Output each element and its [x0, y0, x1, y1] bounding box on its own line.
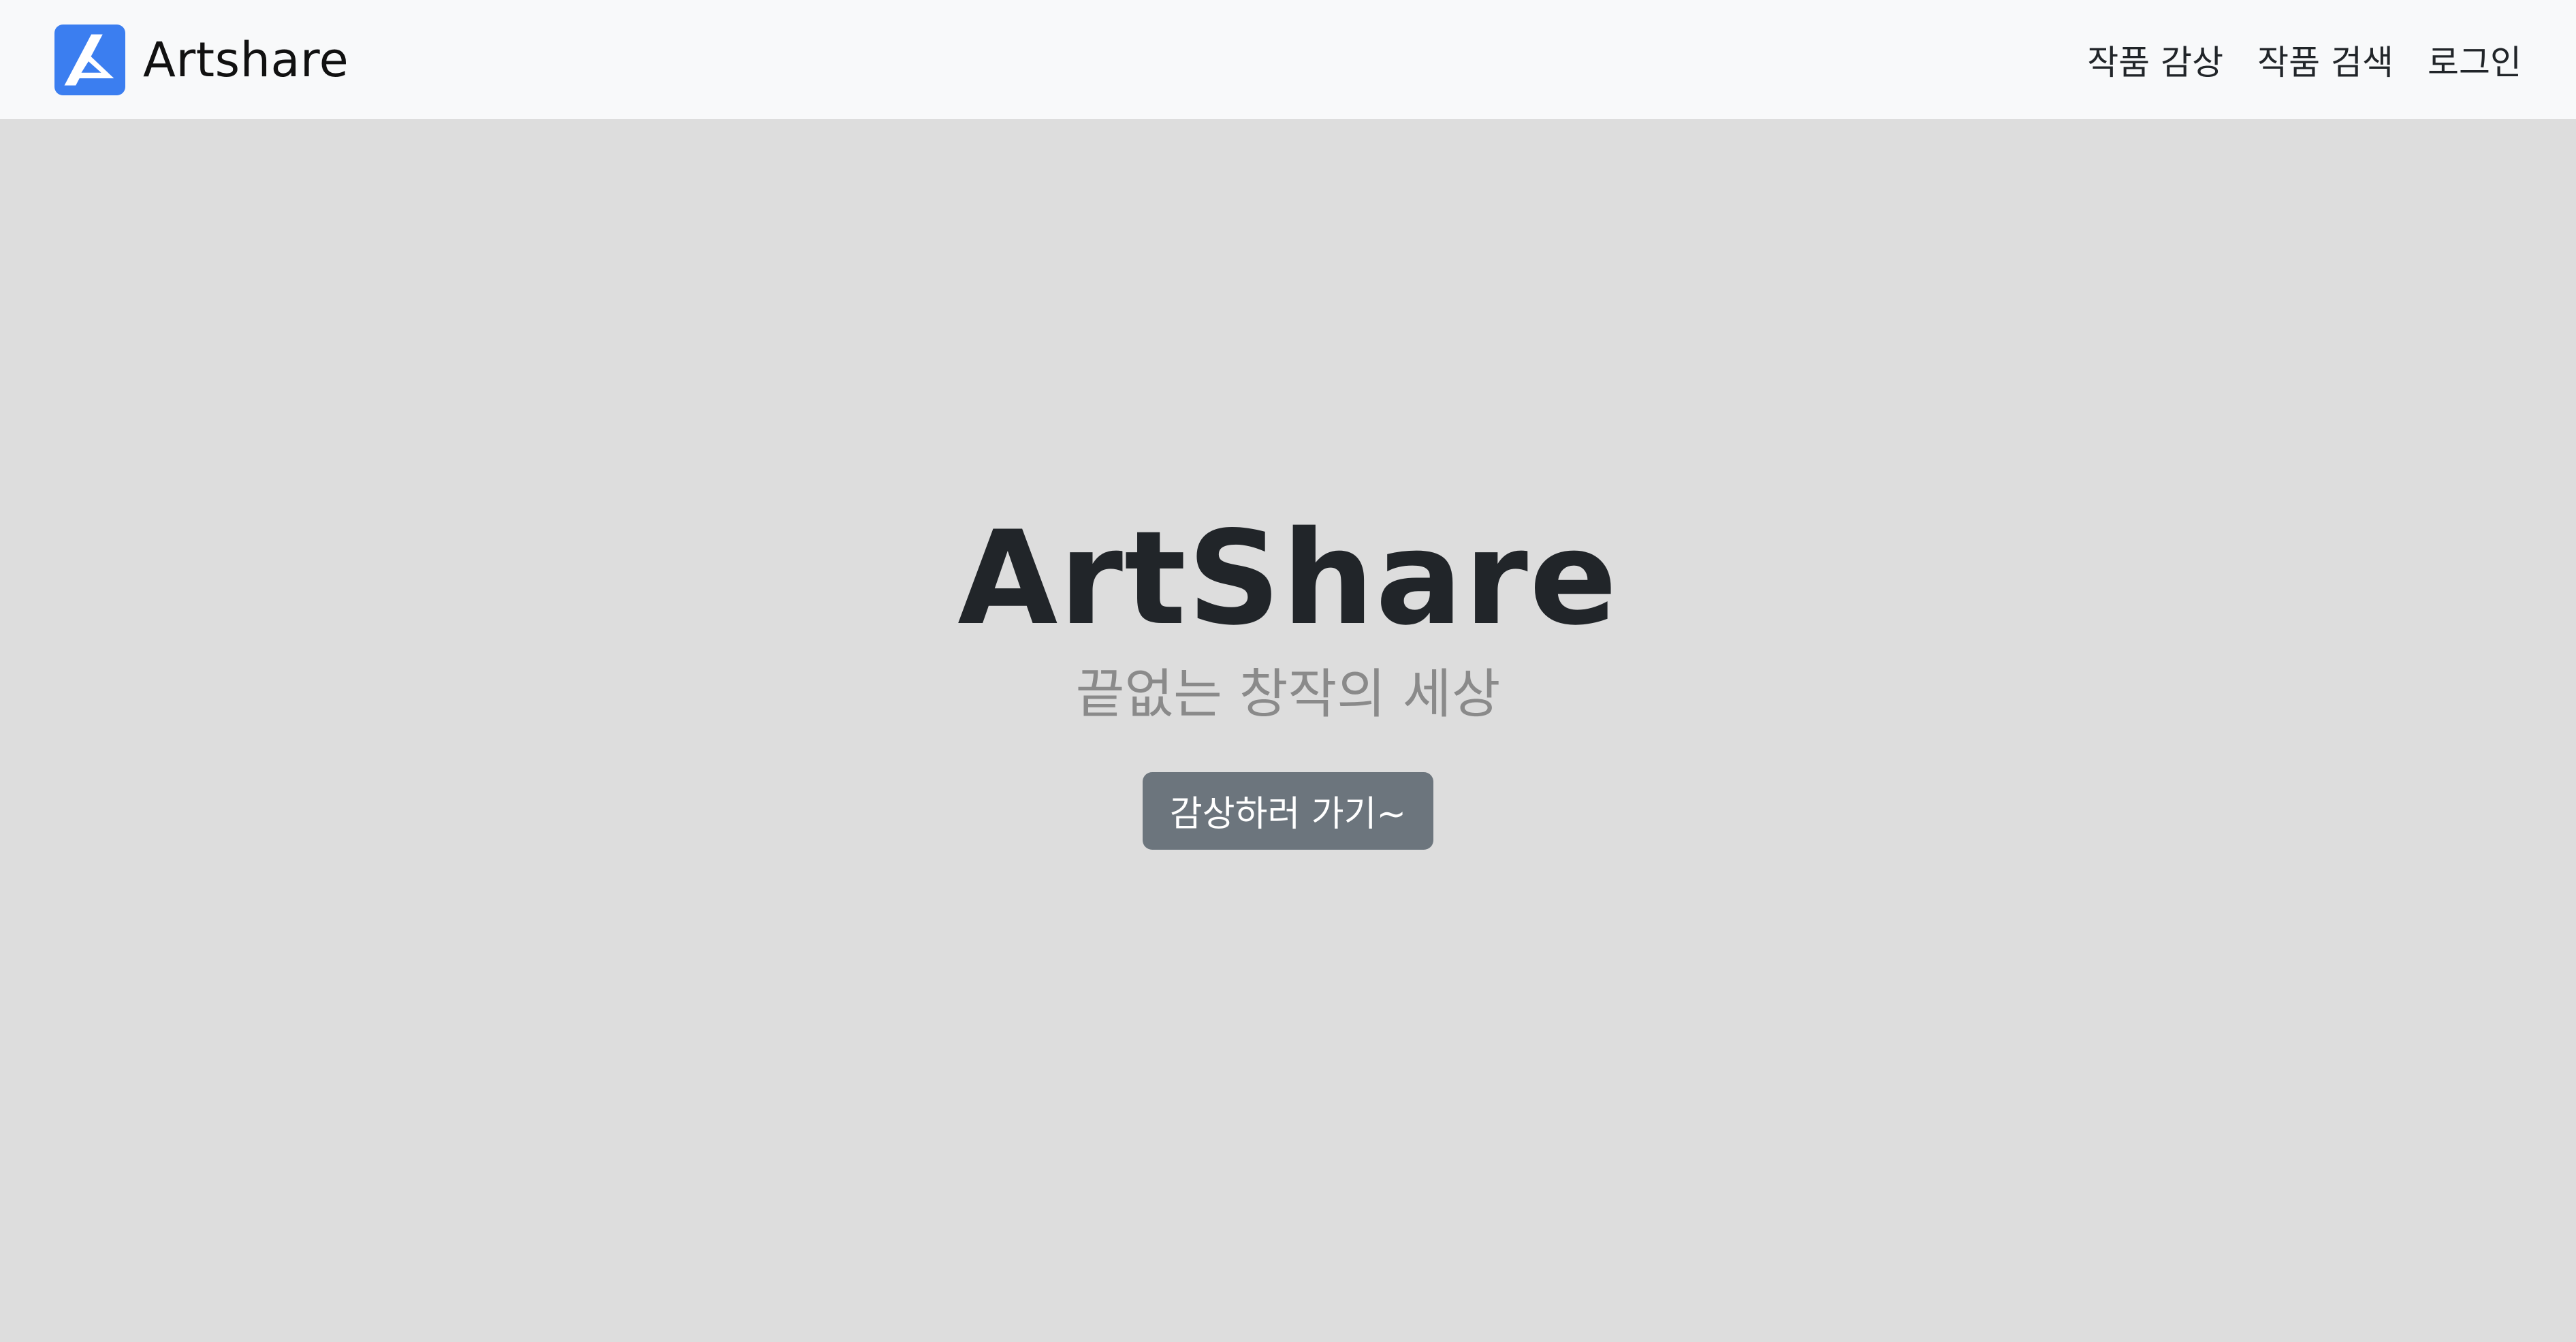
page: Artshare 작품 감상 작품 검색 로그인 ArtShare 끝없는 창작…	[0, 0, 2576, 1342]
hero-section: ArtShare 끝없는 창작의 세상 감상하러 가기~	[0, 119, 2576, 1342]
nav-link-login[interactable]: 로그인	[2428, 35, 2522, 84]
artshare-logo-icon	[54, 24, 125, 95]
brand-name: Artshare	[143, 31, 349, 88]
brand-link[interactable]: Artshare	[54, 24, 349, 95]
navbar: Artshare 작품 감상 작품 검색 로그인	[0, 0, 2576, 119]
main-nav: 작품 감상 작품 검색 로그인	[2087, 35, 2522, 84]
nav-link-search-works[interactable]: 작품 검색	[2257, 35, 2394, 84]
nav-link-browse-works[interactable]: 작품 감상	[2087, 35, 2223, 84]
go-browse-button[interactable]: 감상하러 가기~	[1142, 771, 1434, 850]
hero-title: ArtShare	[957, 503, 1619, 654]
hero-subtitle: 끝없는 창작의 세상	[1075, 664, 1501, 725]
